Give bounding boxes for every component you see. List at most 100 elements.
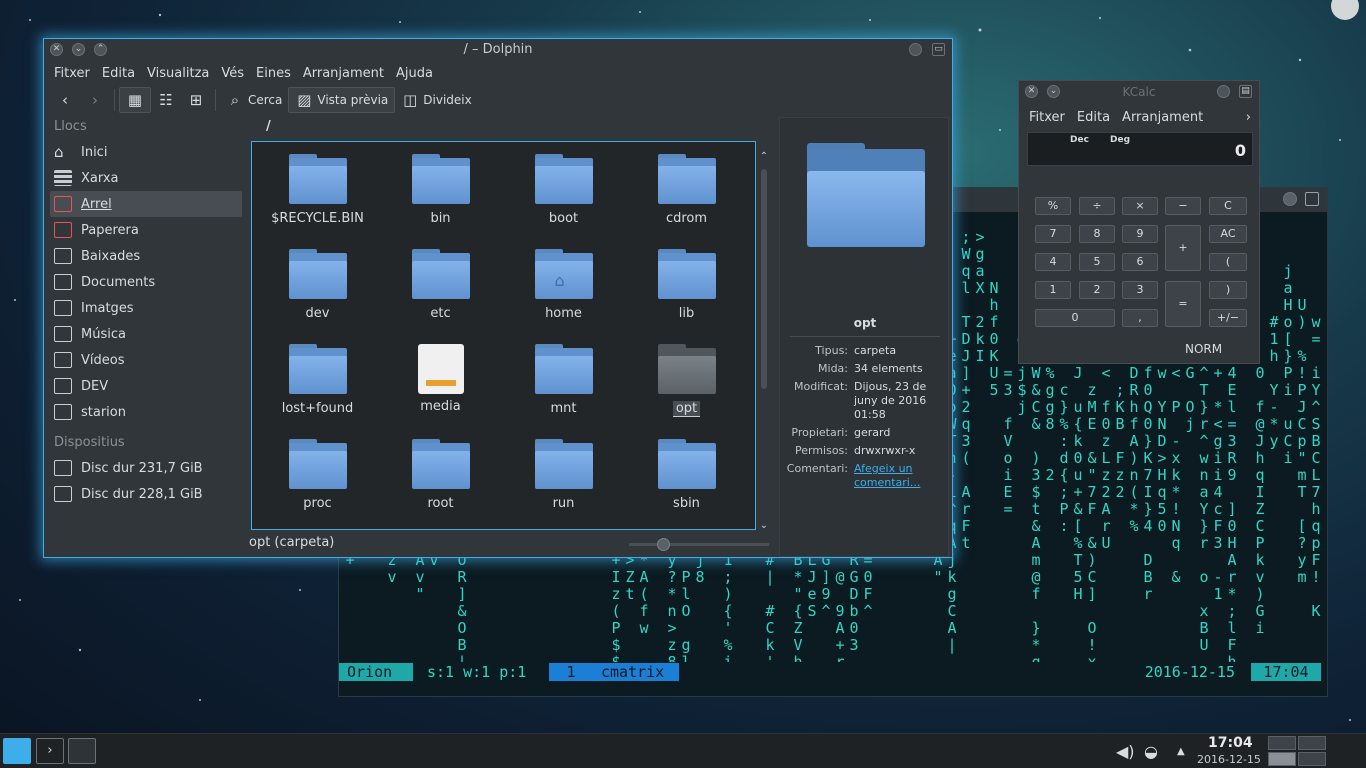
- tmux-window-name[interactable]: cmatrix: [593, 663, 679, 681]
- key-plus[interactable]: +: [1165, 225, 1201, 271]
- kcalc-close-button[interactable]: ✕: [1025, 85, 1038, 98]
- kcalc-task-icon[interactable]: [68, 738, 96, 764]
- key-6[interactable]: 6: [1122, 253, 1158, 271]
- zoom-slider-handle[interactable]: [657, 538, 670, 551]
- kcalc-minimize-button[interactable]: ⌄: [1047, 85, 1060, 98]
- scroll-up-icon[interactable]: ⌃: [758, 151, 770, 162]
- key-equals[interactable]: =: [1165, 281, 1201, 327]
- dolphin-close-button[interactable]: ✕: [50, 43, 63, 56]
- dolphin-window[interactable]: ✕ ⌄ ⌃ / – Dolphin ▭ Fitxer Edita Visuali…: [43, 38, 953, 558]
- file-item[interactable]: dev: [256, 249, 379, 326]
- search-button[interactable]: ⌕ Cerca: [220, 87, 288, 113]
- tmux-window-index[interactable]: 1: [549, 663, 593, 681]
- file-view[interactable]: $RECYCLE.BIN bin boot cdrom dev etc ⌂ home lib lo…: [251, 141, 756, 530]
- file-item[interactable]: etc: [379, 249, 502, 326]
- dolphin-minimize-button[interactable]: ⌄: [72, 43, 85, 56]
- menu-overflow-icon[interactable]: ›: [1240, 110, 1259, 125]
- place-arrel[interactable]: Arrel: [50, 191, 242, 217]
- key-2[interactable]: 2: [1079, 281, 1115, 299]
- key-0[interactable]: 0: [1035, 309, 1115, 327]
- key-9[interactable]: 9: [1122, 225, 1158, 243]
- kcalc-titlebar[interactable]: ✕ ⌄ KCalc ▤: [1019, 81, 1259, 103]
- scroll-down-icon[interactable]: ⌄: [758, 520, 770, 531]
- wifi-icon[interactable]: ◒: [1144, 742, 1158, 761]
- place-xarxa[interactable]: Xarxa: [50, 165, 242, 191]
- key-5[interactable]: 5: [1079, 253, 1115, 271]
- clock-date[interactable]: 2016-12-15: [1197, 753, 1261, 766]
- menu-arranjament[interactable]: Arranjament: [297, 66, 390, 81]
- place-musica[interactable]: Música: [50, 321, 242, 347]
- kcalc-menu-arranjament[interactable]: Arranjament: [1116, 110, 1209, 125]
- tray-expand-icon[interactable]: ▲: [1177, 746, 1185, 757]
- place-inici[interactable]: ⌂ Inici: [50, 139, 242, 165]
- dolphin-maximize-button[interactable]: ⌃: [94, 43, 107, 56]
- file-item[interactable]: opt: [625, 344, 748, 421]
- key-all-clear[interactable]: AC: [1209, 225, 1247, 243]
- file-item[interactable]: mnt: [502, 344, 625, 421]
- key-left-paren[interactable]: (: [1209, 253, 1247, 271]
- desktop-3[interactable]: [1268, 752, 1296, 766]
- dolphin-titlebar[interactable]: ✕ ⌄ ⌃ / – Dolphin ▭: [44, 39, 952, 61]
- file-item[interactable]: proc: [256, 439, 379, 516]
- key-minus[interactable]: −: [1165, 197, 1201, 215]
- key-multiply[interactable]: ×: [1122, 197, 1158, 215]
- terminal-task-icon[interactable]: ›: [36, 738, 64, 764]
- menu-fitxer[interactable]: Fitxer: [48, 66, 96, 81]
- kcalc-menu-fitxer[interactable]: Fitxer: [1023, 110, 1071, 125]
- file-item[interactable]: run: [502, 439, 625, 516]
- file-item[interactable]: boot: [502, 154, 625, 231]
- file-item[interactable]: cdrom: [625, 154, 748, 231]
- desktop-4[interactable]: [1298, 752, 1326, 766]
- key-8[interactable]: 8: [1079, 225, 1115, 243]
- dolphin-task-icon[interactable]: [3, 738, 31, 764]
- terminal-maximize-button[interactable]: [1305, 192, 1319, 206]
- terminal-minimize-button[interactable]: [1283, 192, 1297, 206]
- key-decimal[interactable]: ,: [1122, 309, 1158, 327]
- key-divide[interactable]: ÷: [1079, 197, 1115, 215]
- device-disk-2[interactable]: Disc dur 228,1 GiB: [50, 481, 242, 507]
- file-item[interactable]: sbin: [625, 439, 748, 516]
- volume-icon[interactable]: ◀): [1116, 742, 1135, 761]
- file-item[interactable]: bin: [379, 154, 502, 231]
- location-path[interactable]: /: [266, 119, 271, 134]
- file-view-scrollbar[interactable]: ⌃ ⌄: [758, 151, 770, 531]
- zoom-slider[interactable]: [629, 538, 769, 551]
- split-button[interactable]: ◫ Divideix: [395, 87, 477, 113]
- key-3[interactable]: 3: [1122, 281, 1158, 299]
- device-disk-1[interactable]: Disc dur 231,7 GiB: [50, 455, 242, 481]
- place-starion[interactable]: starion: [50, 399, 242, 425]
- details-view-button[interactable]: ⊞: [181, 87, 211, 113]
- file-item[interactable]: $RECYCLE.BIN: [256, 154, 379, 231]
- scroll-thumb[interactable]: [761, 169, 767, 389]
- key-4[interactable]: 4: [1035, 253, 1071, 271]
- menu-eines[interactable]: Eines: [250, 66, 297, 81]
- file-item[interactable]: ⌂ home: [502, 249, 625, 326]
- key-negate[interactable]: +/−: [1209, 309, 1247, 327]
- place-videos[interactable]: Vídeos: [50, 347, 242, 373]
- file-item[interactable]: lib: [625, 249, 748, 326]
- key-7[interactable]: 7: [1035, 225, 1071, 243]
- key-percent[interactable]: %: [1035, 197, 1071, 215]
- menu-ves[interactable]: Vés: [215, 66, 250, 81]
- desktop-pager[interactable]: [1268, 736, 1326, 766]
- add-comment-link[interactable]: Afegeix un comentari...: [854, 462, 946, 490]
- file-item[interactable]: lost+found: [256, 344, 379, 421]
- kcalc-keep-above-button[interactable]: [1217, 85, 1230, 98]
- key-1[interactable]: 1: [1035, 281, 1071, 299]
- place-documents[interactable]: Documents: [50, 269, 242, 295]
- place-paperera[interactable]: Paperera: [50, 217, 242, 243]
- preview-button[interactable]: ▨ Vista prèvia: [288, 87, 396, 113]
- menu-edita[interactable]: Edita: [96, 66, 141, 81]
- desktop-2[interactable]: [1298, 736, 1326, 750]
- place-imatges[interactable]: Imatges: [50, 295, 242, 321]
- compact-view-button[interactable]: ☷: [151, 87, 181, 113]
- place-dev[interactable]: DEV: [50, 373, 242, 399]
- back-button[interactable]: ‹: [50, 87, 80, 113]
- file-item[interactable]: root: [379, 439, 502, 516]
- menu-visualitza[interactable]: Visualitza: [141, 66, 215, 81]
- desktop-1[interactable]: [1268, 736, 1296, 750]
- forward-button[interactable]: ›: [80, 87, 110, 113]
- icons-view-button[interactable]: ▦: [119, 87, 151, 113]
- clock-time[interactable]: 17:04: [1208, 735, 1253, 751]
- key-right-paren[interactable]: ): [1209, 281, 1247, 299]
